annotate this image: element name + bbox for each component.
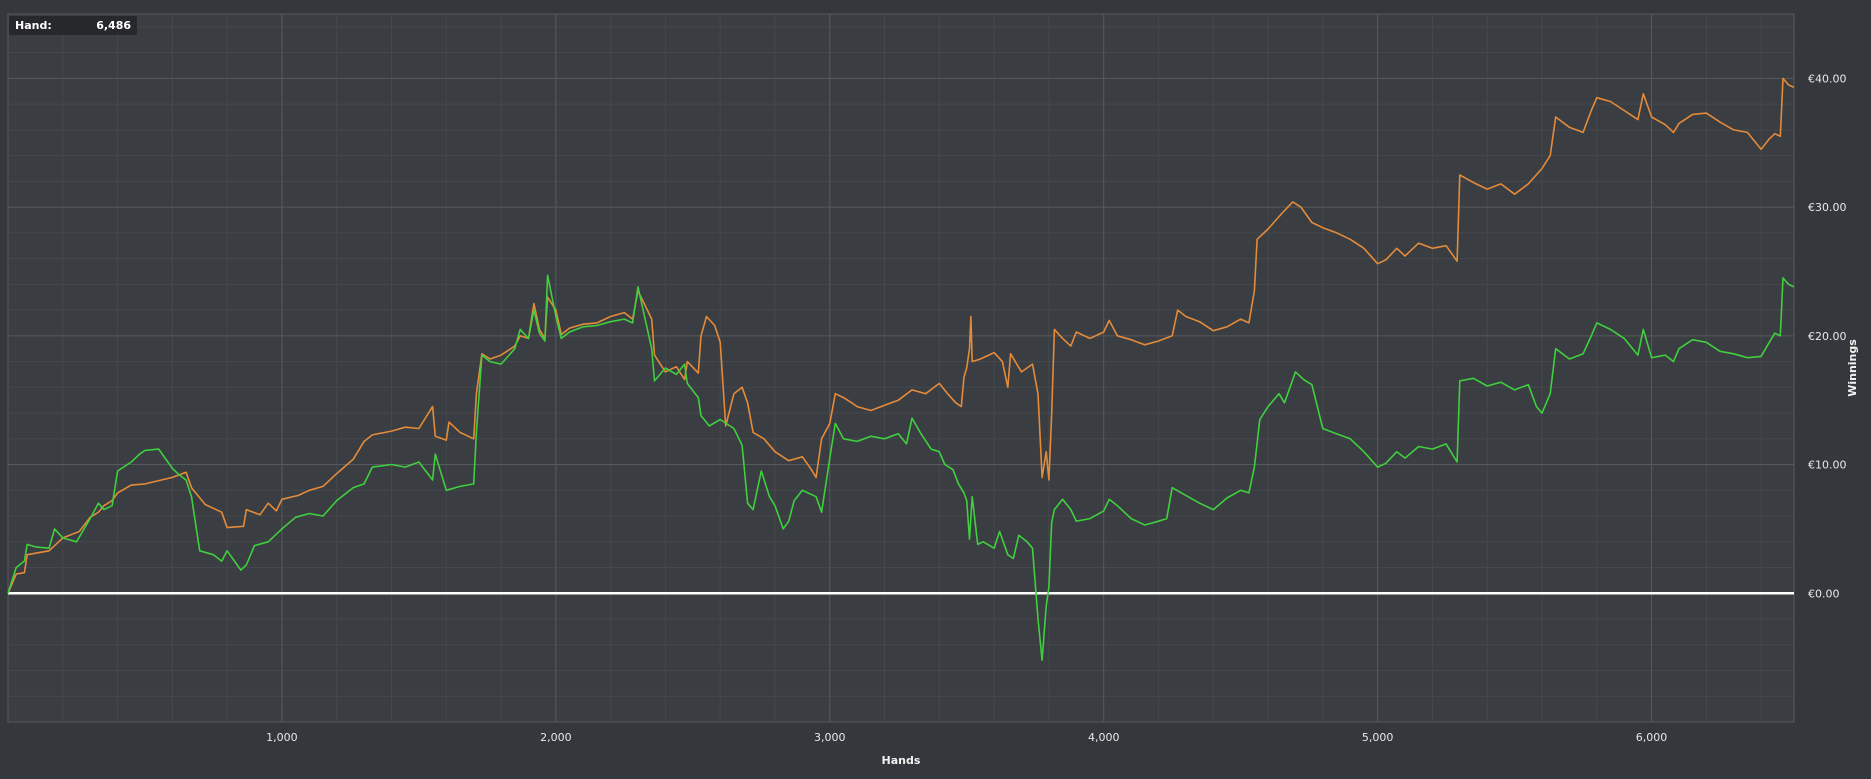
y-tick-label: €30.00 xyxy=(1808,201,1847,214)
x-axis-tick-labels: 1,000 2,000 3,000 4,000 5,000 6,000 xyxy=(266,731,1667,744)
hand-readout: Hand: 6,486 xyxy=(9,16,137,35)
hand-value: 6,486 xyxy=(96,19,131,32)
x-axis-title: Hands xyxy=(882,754,921,767)
x-tick-label: 6,000 xyxy=(1636,731,1668,744)
plot-area xyxy=(7,13,1795,723)
x-tick-label: 3,000 xyxy=(814,731,846,744)
y-axis-tick-labels: €0.00 €10.00 €20.00 €30.00 €40.00 xyxy=(1808,72,1847,600)
x-tick-label: 1,000 xyxy=(266,731,298,744)
y-tick-label: €10.00 xyxy=(1808,459,1847,472)
x-tick-label: 2,000 xyxy=(540,731,572,744)
x-tick-label: 5,000 xyxy=(1362,731,1394,744)
winnings-chart: 1,000 2,000 3,000 4,000 5,000 6,000 €0.00 €10.… xyxy=(7,13,1859,767)
y-tick-label: €0.00 xyxy=(1808,587,1840,600)
y-tick-label: €40.00 xyxy=(1808,72,1847,85)
hand-label: Hand: xyxy=(15,19,52,32)
y-tick-label: €20.00 xyxy=(1808,330,1847,343)
x-tick-label: 4,000 xyxy=(1088,731,1120,744)
y-axis-title: Winnings xyxy=(1846,339,1859,397)
